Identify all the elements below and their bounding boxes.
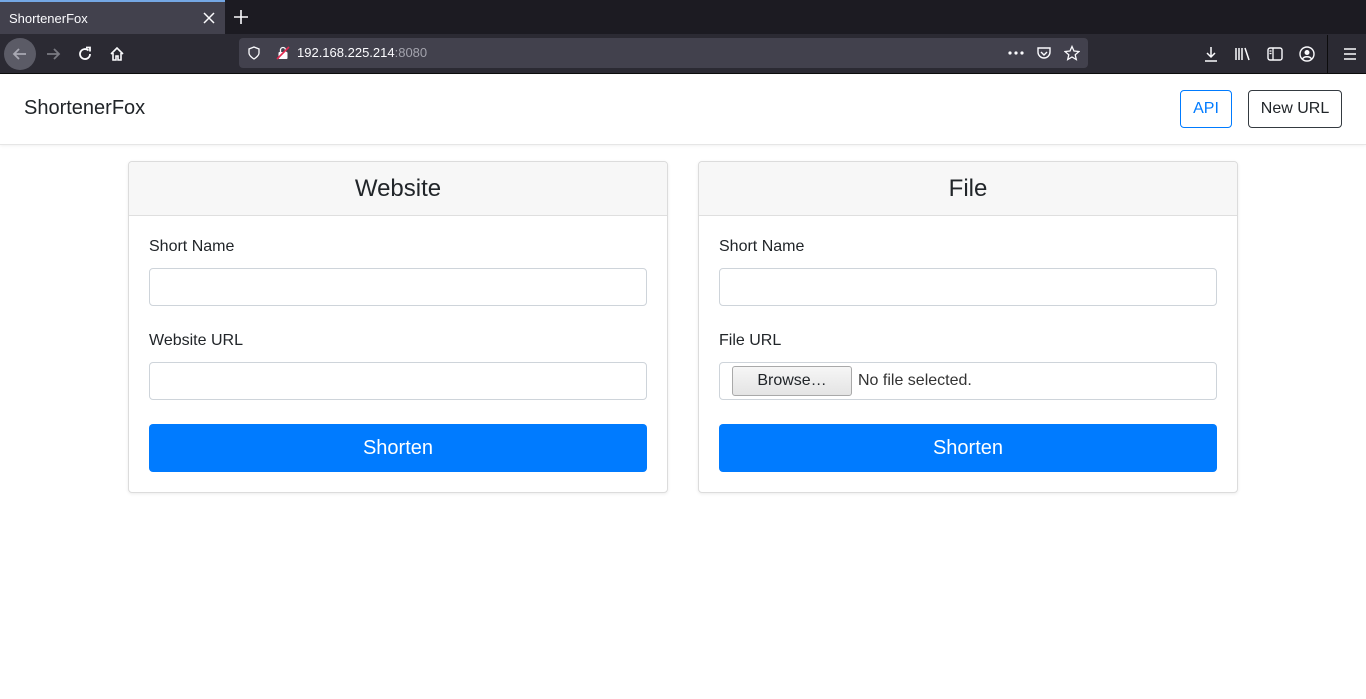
browser-toolbar: 192.168.225.214:8080 [0,34,1366,74]
sidebar-icon[interactable] [1259,38,1291,70]
library-icon[interactable] [1227,38,1259,70]
website-shorten-button[interactable]: Shorten [149,424,647,472]
forward-icon[interactable] [37,38,69,70]
url-text: 192.168.225.214:8080 [297,45,427,60]
file-card-title: File [699,162,1237,216]
file-shorten-button[interactable]: Shorten [719,424,1217,472]
file-short-name-input[interactable] [719,268,1217,306]
file-short-name-label: Short Name [719,238,805,255]
url-port: :8080 [394,45,428,60]
address-bar[interactable]: 192.168.225.214:8080 [239,38,1088,68]
plus-icon[interactable] [230,6,252,28]
api-button[interactable]: API [1180,90,1232,128]
tab-title: ShortenerFox [9,10,88,26]
star-icon[interactable] [1062,43,1082,63]
home-icon[interactable] [101,38,133,70]
shield-icon[interactable] [246,45,262,61]
account-icon[interactable] [1291,38,1323,70]
file-url-label: File URL [719,332,782,349]
site-navbar: ShortenerFox API New URL [0,75,1366,145]
reload-icon[interactable] [69,38,101,70]
website-short-name-label: Short Name [149,238,235,255]
website-url-label: Website URL [149,332,243,349]
website-card-title: Website [129,162,667,216]
browser-tab[interactable]: ShortenerFox [0,0,225,34]
browser-tab-strip: ShortenerFox [0,0,1366,34]
website-url-input[interactable] [149,362,647,400]
download-icon[interactable] [1195,38,1227,70]
pocket-icon[interactable] [1034,43,1054,63]
close-icon[interactable] [199,8,219,28]
browse-button[interactable]: Browse… [732,366,852,396]
brand-title[interactable]: ShortenerFox [24,97,145,120]
website-card: Website Short Name Website URL Shorten [128,161,668,493]
file-card: File Short Name File URL Browse… No file… [698,161,1238,493]
more-icon[interactable] [1006,43,1026,63]
new-url-button[interactable]: New URL [1248,90,1342,128]
file-picker[interactable]: Browse… No file selected. [719,362,1217,400]
url-host: 192.168.225.214 [297,45,395,60]
back-icon[interactable] [4,38,36,70]
insecure-lock-icon[interactable] [275,45,291,61]
toolbar-separator [1327,35,1328,73]
website-short-name-input[interactable] [149,268,647,306]
page-content: ShortenerFox API New URL Website Short N… [0,75,1366,699]
file-status-text: No file selected. [858,372,972,389]
menu-icon[interactable] [1334,38,1366,70]
